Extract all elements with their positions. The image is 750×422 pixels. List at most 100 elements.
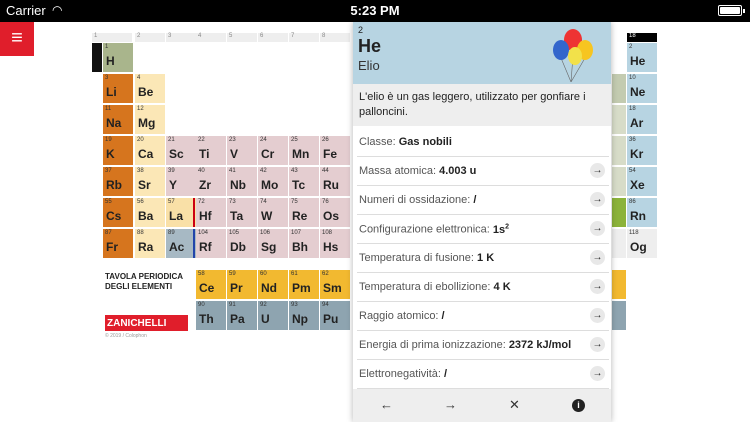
atomic-number: 76 [322, 199, 329, 205]
element-cell-xe[interactable]: 54 Xe [627, 167, 657, 196]
arrow-right-icon[interactable]: → [590, 163, 605, 178]
group-header: 4 [196, 33, 226, 42]
element-cell-li[interactable]: 3 Li [103, 74, 133, 103]
element-cell-ac[interactable]: 89 Ac [166, 229, 196, 258]
info-icon[interactable]: i [572, 399, 585, 412]
element-cell-pu[interactable]: 94 Pu [320, 301, 350, 330]
element-cell-tc[interactable]: 43 Tc [289, 167, 319, 196]
element-symbol: Tc [292, 178, 306, 192]
element-cell-fe[interactable]: 26 Fe [320, 136, 350, 165]
close-icon[interactable]: ✕ [509, 397, 520, 413]
element-cell-ba[interactable]: 56 Ba [135, 198, 165, 227]
arrow-right-icon[interactable]: → [590, 308, 605, 323]
element-cell-mg[interactable]: 12 Mg [135, 105, 165, 134]
period-marker [92, 43, 102, 72]
element-cell-rf[interactable]: 104 Rf [196, 229, 226, 258]
element-cell-v[interactable]: 23 V [227, 136, 257, 165]
property-row[interactable]: Energia di prima ionizzazione: 2372 kJ/m… [357, 331, 609, 360]
group-header: 7 [289, 33, 319, 42]
element-cell-nd[interactable]: 60 Nd [258, 270, 288, 299]
element-cell-db[interactable]: 105 Db [227, 229, 257, 258]
table-cell-fragment [612, 136, 626, 165]
hamburger-icon: ≡ [11, 27, 23, 49]
element-cell-sg[interactable]: 106 Sg [258, 229, 288, 258]
element-cell-re[interactable]: 75 Re [289, 198, 319, 227]
property-row[interactable]: Temperatura di fusione: 1 K → [357, 244, 609, 273]
element-cell-rb[interactable]: 37 Rb [103, 167, 133, 196]
element-symbol: Y [169, 178, 178, 192]
atomic-number: 58 [198, 271, 205, 277]
element-cell-na[interactable]: 11 Na [103, 105, 133, 134]
copyright-link[interactable]: © 2019 / Colophon [105, 333, 147, 339]
back-arrow-icon[interactable]: ← [380, 397, 393, 412]
property-row[interactable]: Raggio atomico: / → [357, 302, 609, 331]
element-cell-ca[interactable]: 20 Ca [135, 136, 165, 165]
element-symbol: Ne [630, 85, 646, 99]
element-cell-np[interactable]: 93 Np [289, 301, 319, 330]
atomic-number: 21 [168, 137, 175, 143]
element-cell-os[interactable]: 76 Os [320, 198, 350, 227]
property-value: Gas nobili [398, 136, 452, 148]
element-cell-w[interactable]: 74 W [258, 198, 288, 227]
element-symbol: Cr [261, 147, 275, 161]
element-symbol: Sr [138, 178, 151, 192]
element-cell-th[interactable]: 90 Th [196, 301, 226, 330]
property-row[interactable]: Configurazione elettronica: 1s2 → [357, 215, 609, 244]
element-cell-ra[interactable]: 88 Ra [135, 229, 165, 258]
property-row[interactable]: Numeri di ossidazione: / → [357, 186, 609, 215]
menu-button[interactable]: ≡ [0, 22, 34, 56]
element-symbol: Nb [230, 178, 246, 192]
element-cell-mo[interactable]: 42 Mo [258, 167, 288, 196]
element-cell-k[interactable]: 19 K [103, 136, 133, 165]
element-cell-cr[interactable]: 24 Cr [258, 136, 288, 165]
element-cell-ce[interactable]: 58 Ce [196, 270, 226, 299]
element-cell-ti[interactable]: 22 Ti [196, 136, 226, 165]
element-cell-h[interactable]: 1H [103, 43, 133, 72]
element-cell-hs[interactable]: 108 Hs [320, 229, 350, 258]
element-symbol: Ru [323, 178, 339, 192]
property-value: 4 K [493, 281, 511, 293]
element-cell-hf[interactable]: 72 Hf [196, 198, 226, 227]
property-row[interactable]: Temperatura di ebollizione: 4 K → [357, 273, 609, 302]
element-cell-ta[interactable]: 73 Ta [227, 198, 257, 227]
actinide-marker [193, 229, 195, 258]
forward-arrow-icon[interactable]: → [444, 397, 457, 412]
element-cell-cs[interactable]: 55 Cs [103, 198, 133, 227]
element-cell-u[interactable]: 92 U [258, 301, 288, 330]
element-cell-he[interactable]: 2 He [627, 43, 657, 72]
element-cell-zr[interactable]: 40 Zr [196, 167, 226, 196]
element-cell-pr[interactable]: 59 Pr [227, 270, 257, 299]
element-cell-ru[interactable]: 44 Ru [320, 167, 350, 196]
element-cell-mn[interactable]: 25 Mn [289, 136, 319, 165]
element-cell-sc[interactable]: 21 Sc [166, 136, 196, 165]
arrow-right-icon[interactable]: → [590, 337, 605, 352]
element-cell-be[interactable]: 4 Be [135, 74, 165, 103]
element-cell-nb[interactable]: 41 Nb [227, 167, 257, 196]
element-symbol: Hf [199, 209, 212, 223]
element-cell-pa[interactable]: 91 Pa [227, 301, 257, 330]
element-cell-og[interactable]: 118 Og [627, 229, 657, 258]
property-row[interactable]: Elettronegatività: / → [357, 360, 609, 389]
element-cell-fr[interactable]: 87 Fr [103, 229, 133, 258]
publisher-logo: ZANICHELLI [105, 315, 188, 331]
element-cell-la[interactable]: 57 La [166, 198, 196, 227]
element-cell-bh[interactable]: 107 Bh [289, 229, 319, 258]
arrow-right-icon[interactable]: → [590, 250, 605, 265]
arrow-right-icon[interactable]: → [590, 192, 605, 207]
element-cell-ar[interactable]: 18 Ar [627, 105, 657, 134]
element-cell-ne[interactable]: 10 Ne [627, 74, 657, 103]
property-row[interactable]: Massa atomica: 4.003 u → [357, 157, 609, 186]
element-cell-kr[interactable]: 36 Kr [627, 136, 657, 165]
atomic-number: 74 [260, 199, 267, 205]
atomic-number: 23 [229, 137, 236, 143]
property-value: 4.003 u [439, 165, 477, 177]
arrow-right-icon[interactable]: → [590, 366, 605, 381]
arrow-right-icon[interactable]: → [590, 279, 605, 294]
element-cell-sr[interactable]: 38 Sr [135, 167, 165, 196]
arrow-right-icon[interactable]: → [590, 221, 605, 236]
element-cell-rn[interactable]: 86 Rn [627, 198, 657, 227]
element-cell-y[interactable]: 39 Y [166, 167, 196, 196]
element-symbol: Sm [323, 281, 342, 295]
element-cell-pm[interactable]: 61 Pm [289, 270, 319, 299]
element-cell-sm[interactable]: 62 Sm [320, 270, 350, 299]
